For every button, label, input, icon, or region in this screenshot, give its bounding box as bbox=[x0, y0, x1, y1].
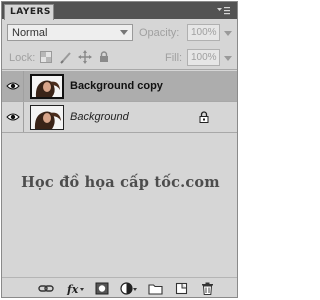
chevron-down-icon bbox=[120, 30, 128, 35]
lock-row: Lock: Fill: 100% bbox=[2, 46, 237, 70]
layer-row-background-copy[interactable]: Background copy bbox=[2, 71, 237, 102]
layer-row-background[interactable]: Background bbox=[2, 102, 237, 133]
fx-icon[interactable]: fx bbox=[66, 282, 84, 295]
layer-thumbnail[interactable] bbox=[30, 74, 64, 99]
svg-text:fx: fx bbox=[66, 283, 79, 295]
panel-titlebar: LAYERS bbox=[2, 2, 237, 20]
panel-menu-icon[interactable] bbox=[215, 5, 231, 17]
panel-footer: fx bbox=[2, 277, 237, 297]
opacity-label: Opacity: bbox=[139, 27, 180, 39]
fill-dropdown-icon[interactable] bbox=[224, 56, 232, 61]
layer-lock-icon bbox=[199, 111, 209, 123]
new-layer-icon[interactable] bbox=[175, 282, 188, 295]
adjustment-icon[interactable] bbox=[120, 282, 138, 295]
visibility-toggle[interactable] bbox=[2, 71, 24, 101]
layer-name[interactable]: Background bbox=[70, 111, 129, 123]
trash-icon[interactable] bbox=[201, 282, 214, 295]
opacity-dropdown-icon[interactable] bbox=[224, 31, 232, 36]
link-icon[interactable] bbox=[38, 282, 54, 295]
fill-input[interactable]: 100% bbox=[187, 49, 220, 66]
lock-label: Lock: bbox=[9, 52, 36, 64]
fill-label: Fill: bbox=[165, 52, 183, 64]
mask-icon[interactable] bbox=[95, 282, 109, 295]
eye-icon bbox=[6, 82, 20, 90]
folder-icon[interactable] bbox=[148, 282, 163, 295]
lock-image-icon[interactable] bbox=[59, 50, 73, 64]
layers-panel: LAYERS Normal Opacity: 100% Lock: Fill: … bbox=[1, 1, 238, 298]
lock-transparent-icon[interactable] bbox=[39, 50, 53, 64]
watermark-text: Học đồ họa cấp tốc.com bbox=[21, 174, 220, 191]
opacity-input[interactable]: 100% bbox=[187, 24, 220, 41]
visibility-toggle[interactable] bbox=[2, 102, 24, 132]
lock-all-icon[interactable] bbox=[97, 50, 111, 64]
layer-thumbnail[interactable] bbox=[30, 105, 64, 130]
layer-name[interactable]: Background copy bbox=[70, 80, 163, 92]
blend-mode-select[interactable]: Normal bbox=[7, 24, 133, 41]
lock-position-icon[interactable] bbox=[78, 50, 92, 64]
tab-layers[interactable]: LAYERS bbox=[4, 4, 54, 20]
eye-icon bbox=[6, 113, 20, 121]
blend-row: Normal Opacity: 100% bbox=[2, 20, 237, 46]
blend-mode-value: Normal bbox=[12, 27, 48, 39]
